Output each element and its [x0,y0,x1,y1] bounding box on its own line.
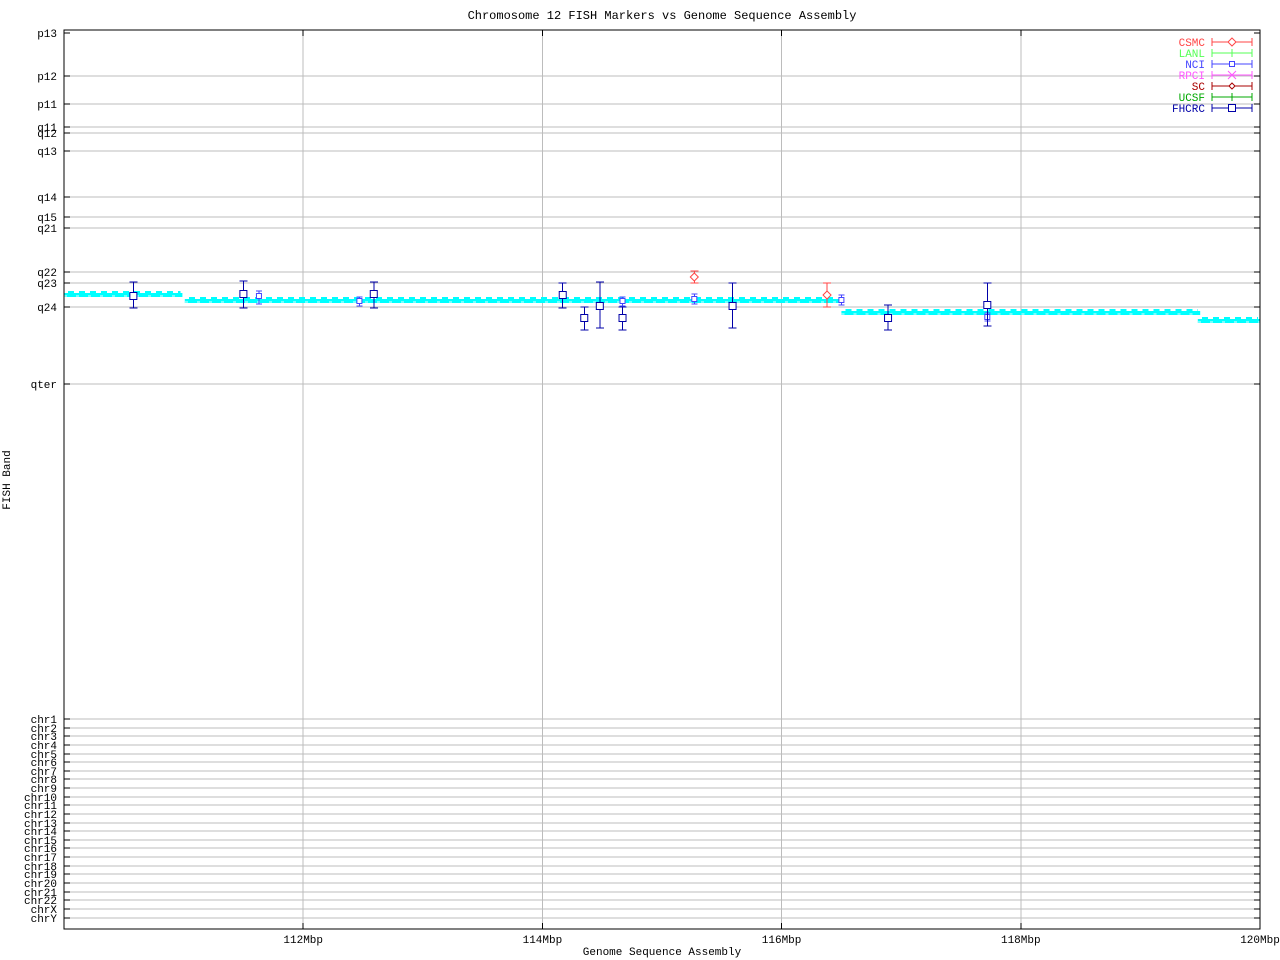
chromosome-tick-label: chrY [31,914,58,926]
plot-border [63,29,1261,930]
data-point-nci [356,298,363,304]
x-tick-label: 116Mbp [762,935,802,947]
x-tick-label: 118Mbp [1001,935,1041,947]
legend-sample-marker [1227,37,1237,47]
data-point-fhcrc [369,290,378,298]
y-tick-label: p13 [37,29,57,41]
data-point-fhcrc [129,292,138,300]
data-point-fhcrc [239,290,248,298]
legend-sample-marker [1229,61,1235,67]
data-point-fhcrc [558,291,567,299]
data-point-fhcrc [595,302,604,310]
data-point-fhcrc [618,314,627,322]
x-tick-label: 114Mbp [523,935,563,947]
assembly-segment [841,311,1201,315]
legend-sample-marker [1228,82,1236,90]
y-tick-label: q12 [37,129,57,141]
y-tick-label: q14 [37,193,57,205]
data-point-nci [255,293,262,299]
legend-label-fhcrc: FHCRC [1172,104,1205,116]
data-point-nci [838,297,845,303]
y-tick-label: qter [31,380,57,392]
y-tick-label: q13 [37,147,57,159]
chart-canvas: Chromosome 12 FISH Markers vs Genome Seq… [0,0,1280,960]
data-point-nci [619,298,626,304]
data-point-fhcrc [884,314,893,322]
y-tick-label: q23 [37,279,57,291]
x-tick-label: 112Mbp [283,935,323,947]
assembly-segment [1197,319,1260,323]
assembly-segment [64,293,183,297]
y-tick-label: p11 [37,100,57,112]
data-point-fhcrc [728,302,737,310]
y-tick-label: q24 [37,303,57,315]
data-point-fhcrc [580,314,589,322]
data-point-csmc [689,272,699,282]
data-point-fhcrc [983,301,992,309]
data-point-nci [691,296,698,302]
y-tick-label: q21 [37,224,57,236]
y-tick-label: p12 [37,72,57,84]
legend-sample-marker [1228,104,1236,112]
x-tick-label: 120Mbp [1240,935,1280,947]
plot-area: 112Mbp 114Mbp 116Mbp 118Mbp 120Mbp p13 p12 p11 q… [24,29,1280,947]
